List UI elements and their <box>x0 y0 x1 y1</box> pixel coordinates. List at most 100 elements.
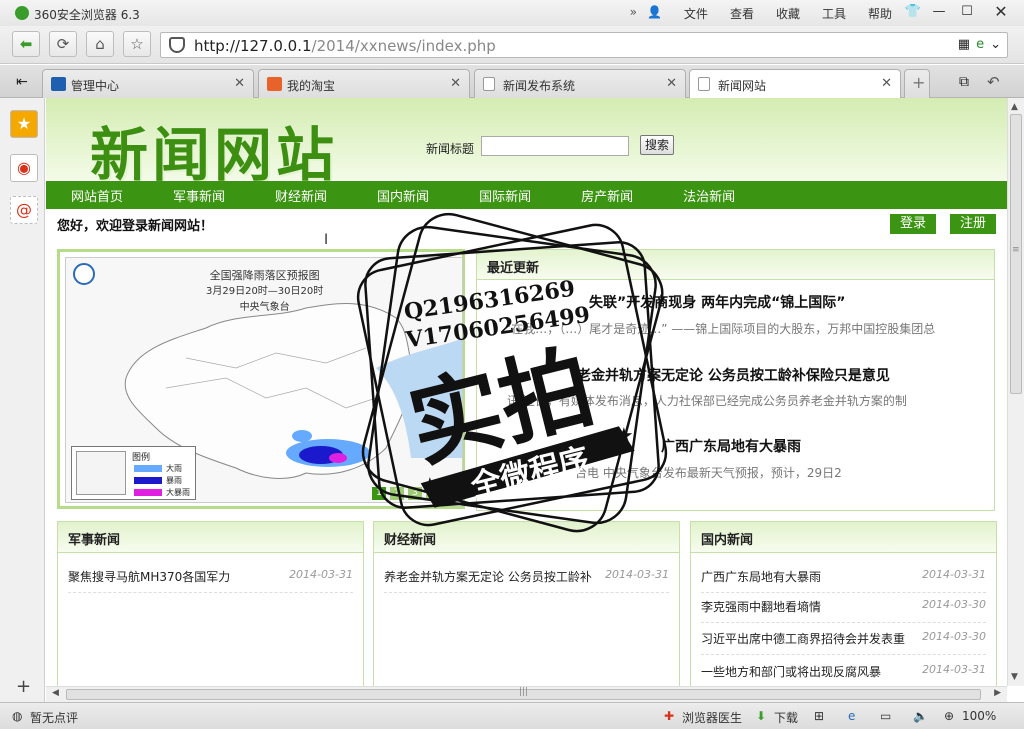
page-icon <box>698 77 710 91</box>
address-bar[interactable]: http://127.0.0.1/2014/xxnews/index.php ▦… <box>160 32 1008 58</box>
latest-title: 最近更新 <box>487 261 540 276</box>
news-link[interactable]: 聚焦搜寻马航MH370各国军力 <box>68 568 230 585</box>
nav-realestate[interactable]: 房产新闻 <box>581 186 633 205</box>
column-title[interactable]: 国内新闻 <box>701 529 753 548</box>
download-icon[interactable]: ⬇ <box>756 709 766 723</box>
email-icon[interactable]: @ <box>10 196 38 224</box>
image-slider[interactable]: 全国强降雨落区预报图 3月29日20时—30日20时 中央气象台 图例 大雨 暴… <box>57 249 465 509</box>
slide-page-5[interactable]: 5 <box>444 487 458 500</box>
latest-news-title[interactable]: 失联”开发商现身 两年内完成“锦上国际” <box>589 292 845 312</box>
tab-admin[interactable]: 管理中心 ✕ <box>42 69 254 98</box>
slide-page-1[interactable]: 1 <box>372 487 386 500</box>
back-button[interactable]: ⬅ <box>12 31 40 57</box>
chevron-double-right-icon[interactable]: » <box>630 5 637 22</box>
close-tab-icon[interactable]: ✕ <box>666 76 677 91</box>
list-item[interactable]: 李克强雨中翻地看墒情 2014-03-30 <box>701 593 986 623</box>
nav-domestic[interactable]: 国内新闻 <box>377 186 429 205</box>
news-link[interactable]: 习近平出席中德工商界招待会并发表重 <box>701 630 905 647</box>
chevron-down-icon[interactable]: ⌄ <box>990 37 1001 52</box>
register-button[interactable]: 注册 <box>950 214 996 234</box>
scroll-up-icon[interactable]: ▲ <box>1011 102 1018 112</box>
column-title[interactable]: 财经新闻 <box>384 529 436 548</box>
nav-international[interactable]: 国际新闻 <box>479 186 531 205</box>
tab-taobao[interactable]: 我的淘宝 ✕ <box>258 69 470 98</box>
security-shield-icon[interactable] <box>169 37 185 53</box>
close-tab-icon[interactable]: ✕ <box>881 76 892 91</box>
search-input[interactable] <box>481 136 629 156</box>
user-icon[interactable]: 👤 <box>647 5 662 22</box>
zoom-icon[interactable]: ⊕ <box>944 709 954 723</box>
close-tab-icon[interactable]: ✕ <box>450 76 461 91</box>
zoom-level[interactable]: 100% <box>962 709 996 723</box>
p2p-icon[interactable]: ⊞ <box>814 709 824 723</box>
scroll-left-icon[interactable]: ◀ <box>52 688 59 698</box>
browser-sidebar: ★ ◉ @ + <box>0 98 45 702</box>
tab-news-site[interactable]: 新闻网站 ✕ <box>689 69 901 99</box>
qr-code-icon[interactable]: ▦ <box>958 37 970 52</box>
latest-news-title[interactable]: 广西广东局地有大暴雨 <box>661 436 801 456</box>
weather-map-image[interactable]: 全国强降雨落区预报图 3月29日20时—30日20时 中央气象台 图例 大雨 暴… <box>65 257 463 503</box>
close-tab-icon[interactable]: ✕ <box>234 76 245 91</box>
ie-icon[interactable]: e <box>848 709 855 723</box>
volume-icon[interactable]: 🔈 <box>913 709 928 723</box>
column-title[interactable]: 军事新闻 <box>68 529 120 548</box>
maximize-button[interactable]: ☐ <box>954 2 980 22</box>
menu-tools[interactable]: 工具 <box>822 5 846 22</box>
add-sidebar-item-icon[interactable]: + <box>16 676 31 697</box>
news-link[interactable]: 养老金并轨方案无定论 公务员按工龄补 <box>384 568 592 585</box>
site-logo[interactable]: 新闻网站 <box>90 108 338 192</box>
menu-file[interactable]: 文件 <box>684 5 708 22</box>
list-item[interactable]: 一些地方和部门或将出现反腐风暴 2014-03-31 <box>701 658 986 686</box>
list-item[interactable]: 广西广东局地有大暴雨 2014-03-31 <box>701 563 986 593</box>
url-text[interactable]: http://127.0.0.1/2014/xxnews/index.php <box>194 37 496 55</box>
list-item[interactable]: 聚焦搜寻马航MH370各国军力 2014-03-31 <box>68 563 353 593</box>
horizontal-scroll-thumb[interactable]: ||| <box>66 687 981 700</box>
menu-favorites[interactable]: 收藏 <box>776 5 800 22</box>
nav-home[interactable]: 网站首页 <box>71 186 123 205</box>
browser-doctor-button[interactable]: 浏览器医生 <box>682 709 742 726</box>
favorite-star-button[interactable]: ☆ <box>123 31 151 57</box>
search-label: 新闻标题 <box>426 142 475 156</box>
menu-help[interactable]: 帮助 <box>868 5 892 22</box>
horizontal-scrollbar[interactable]: ◀ ||| ▶ <box>46 686 1007 702</box>
tab-favicon-icon <box>267 77 282 91</box>
welcome-text: 您好，欢迎登录新闻网站！ <box>57 219 214 234</box>
new-tab-button[interactable]: + <box>904 69 930 98</box>
vertical-scroll-thumb[interactable]: ≡ <box>1010 114 1022 394</box>
comment-status[interactable]: 暂无点评 <box>30 709 78 726</box>
vertical-scrollbar[interactable]: ▲ ≡ ▼ <box>1007 98 1024 686</box>
news-link[interactable]: 李克强雨中翻地看墒情 <box>701 598 821 615</box>
login-button[interactable]: 登录 <box>890 214 936 234</box>
menu-view[interactable]: 查看 <box>730 5 754 22</box>
nav-law[interactable]: 法治新闻 <box>683 186 735 205</box>
slide-page-3[interactable]: 3 <box>408 487 422 500</box>
ie-mode-icon[interactable]: e <box>976 37 984 52</box>
close-window-button[interactable]: ✕ <box>988 2 1014 22</box>
skin-icon[interactable]: 👕 <box>900 2 926 22</box>
undo-close-icon[interactable]: ↶ <box>984 69 1006 98</box>
news-link[interactable]: 广西广东局地有大暴雨 <box>701 568 821 585</box>
tab-news-publish[interactable]: 新闻发布系统 ✕ <box>474 69 686 98</box>
slide-page-2[interactable]: 2 <box>390 487 404 500</box>
restore-tabs-icon[interactable]: ⧉ <box>956 69 978 98</box>
scroll-down-icon[interactable]: ▼ <box>1011 672 1018 682</box>
home-button[interactable]: ⌂ <box>86 31 114 57</box>
weibo-icon[interactable]: ◉ <box>10 154 38 182</box>
slide-page-4[interactable]: 4 <box>426 487 440 500</box>
latest-news-title[interactable]: 老金并轨方案无定论 公务员按工龄补保险只是意见 <box>577 365 890 385</box>
window-icon[interactable]: ▭ <box>880 709 891 723</box>
minimize-button[interactable]: — <box>926 2 952 22</box>
refresh-button[interactable]: ⟳ <box>49 31 77 57</box>
list-item[interactable]: 习近平出席中德工商界招待会并发表重 2014-03-30 <box>701 625 986 655</box>
favorites-star-icon[interactable]: ★ <box>10 110 38 138</box>
news-link[interactable]: 一些地方和部门或将出现反腐风暴 <box>701 663 881 680</box>
nav-finance[interactable]: 财经新闻 <box>275 186 327 205</box>
sidebar-toggle-icon[interactable]: ⇤ <box>8 69 38 98</box>
search-button[interactable]: 搜索 <box>640 135 674 155</box>
comment-icon[interactable]: ◍ <box>12 709 22 723</box>
doctor-icon[interactable]: ✚ <box>664 709 674 723</box>
list-item[interactable]: 养老金并轨方案无定论 公务员按工龄补 2014-03-31 <box>384 563 669 593</box>
nav-military[interactable]: 军事新闻 <box>173 186 225 205</box>
download-button[interactable]: 下载 <box>774 709 798 726</box>
scroll-right-icon[interactable]: ▶ <box>994 688 1001 698</box>
